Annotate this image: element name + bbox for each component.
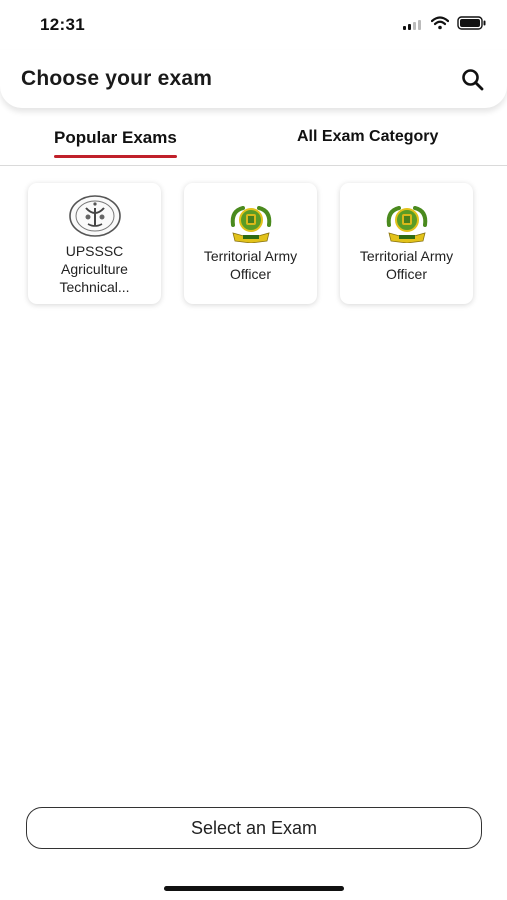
status-icons (403, 16, 487, 35)
popular-exams-grid: UPSSSC Agriculture Technical... Territor… (28, 183, 473, 304)
territorial-army-emblem-icon (379, 205, 435, 243)
territorial-army-emblem-icon (223, 205, 279, 243)
active-tab-indicator (54, 155, 177, 158)
battery-icon (457, 16, 487, 35)
tab-all-exam-category-label: All Exam Category (297, 128, 439, 145)
tab-popular-exams[interactable]: Popular Exams (54, 128, 177, 158)
tab-all-exam-category[interactable]: All Exam Category (297, 128, 438, 146)
tab-popular-exams-label: Popular Exams (54, 128, 177, 147)
signal-icon (403, 17, 423, 35)
exam-card-label: UPSSSC Agriculture Technical... (59, 243, 130, 295)
upsssc-emblem-icon (67, 194, 123, 238)
select-exam-button[interactable]: Select an Exam (26, 807, 482, 849)
exam-card-territorial-army-officer[interactable]: Territorial Army Officer (340, 183, 473, 304)
wifi-icon (430, 16, 450, 35)
page-title: Choose your exam (21, 67, 213, 90)
home-indicator (164, 886, 344, 891)
search-button[interactable] (459, 66, 487, 94)
exam-card-label: Territorial Army Officer (203, 248, 298, 282)
status-time: 12:31 (40, 15, 85, 34)
app-header: Choose your exam (0, 50, 507, 108)
exam-card-label: Territorial Army Officer (359, 248, 454, 282)
status-bar: 12:31 (0, 0, 507, 50)
search-icon (462, 69, 484, 91)
exam-card-upsssc[interactable]: UPSSSC Agriculture Technical... (28, 183, 161, 304)
exam-card-territorial-army-officer[interactable]: Territorial Army Officer (184, 183, 317, 304)
exam-tabs: Popular Exams All Exam Category (0, 120, 507, 166)
